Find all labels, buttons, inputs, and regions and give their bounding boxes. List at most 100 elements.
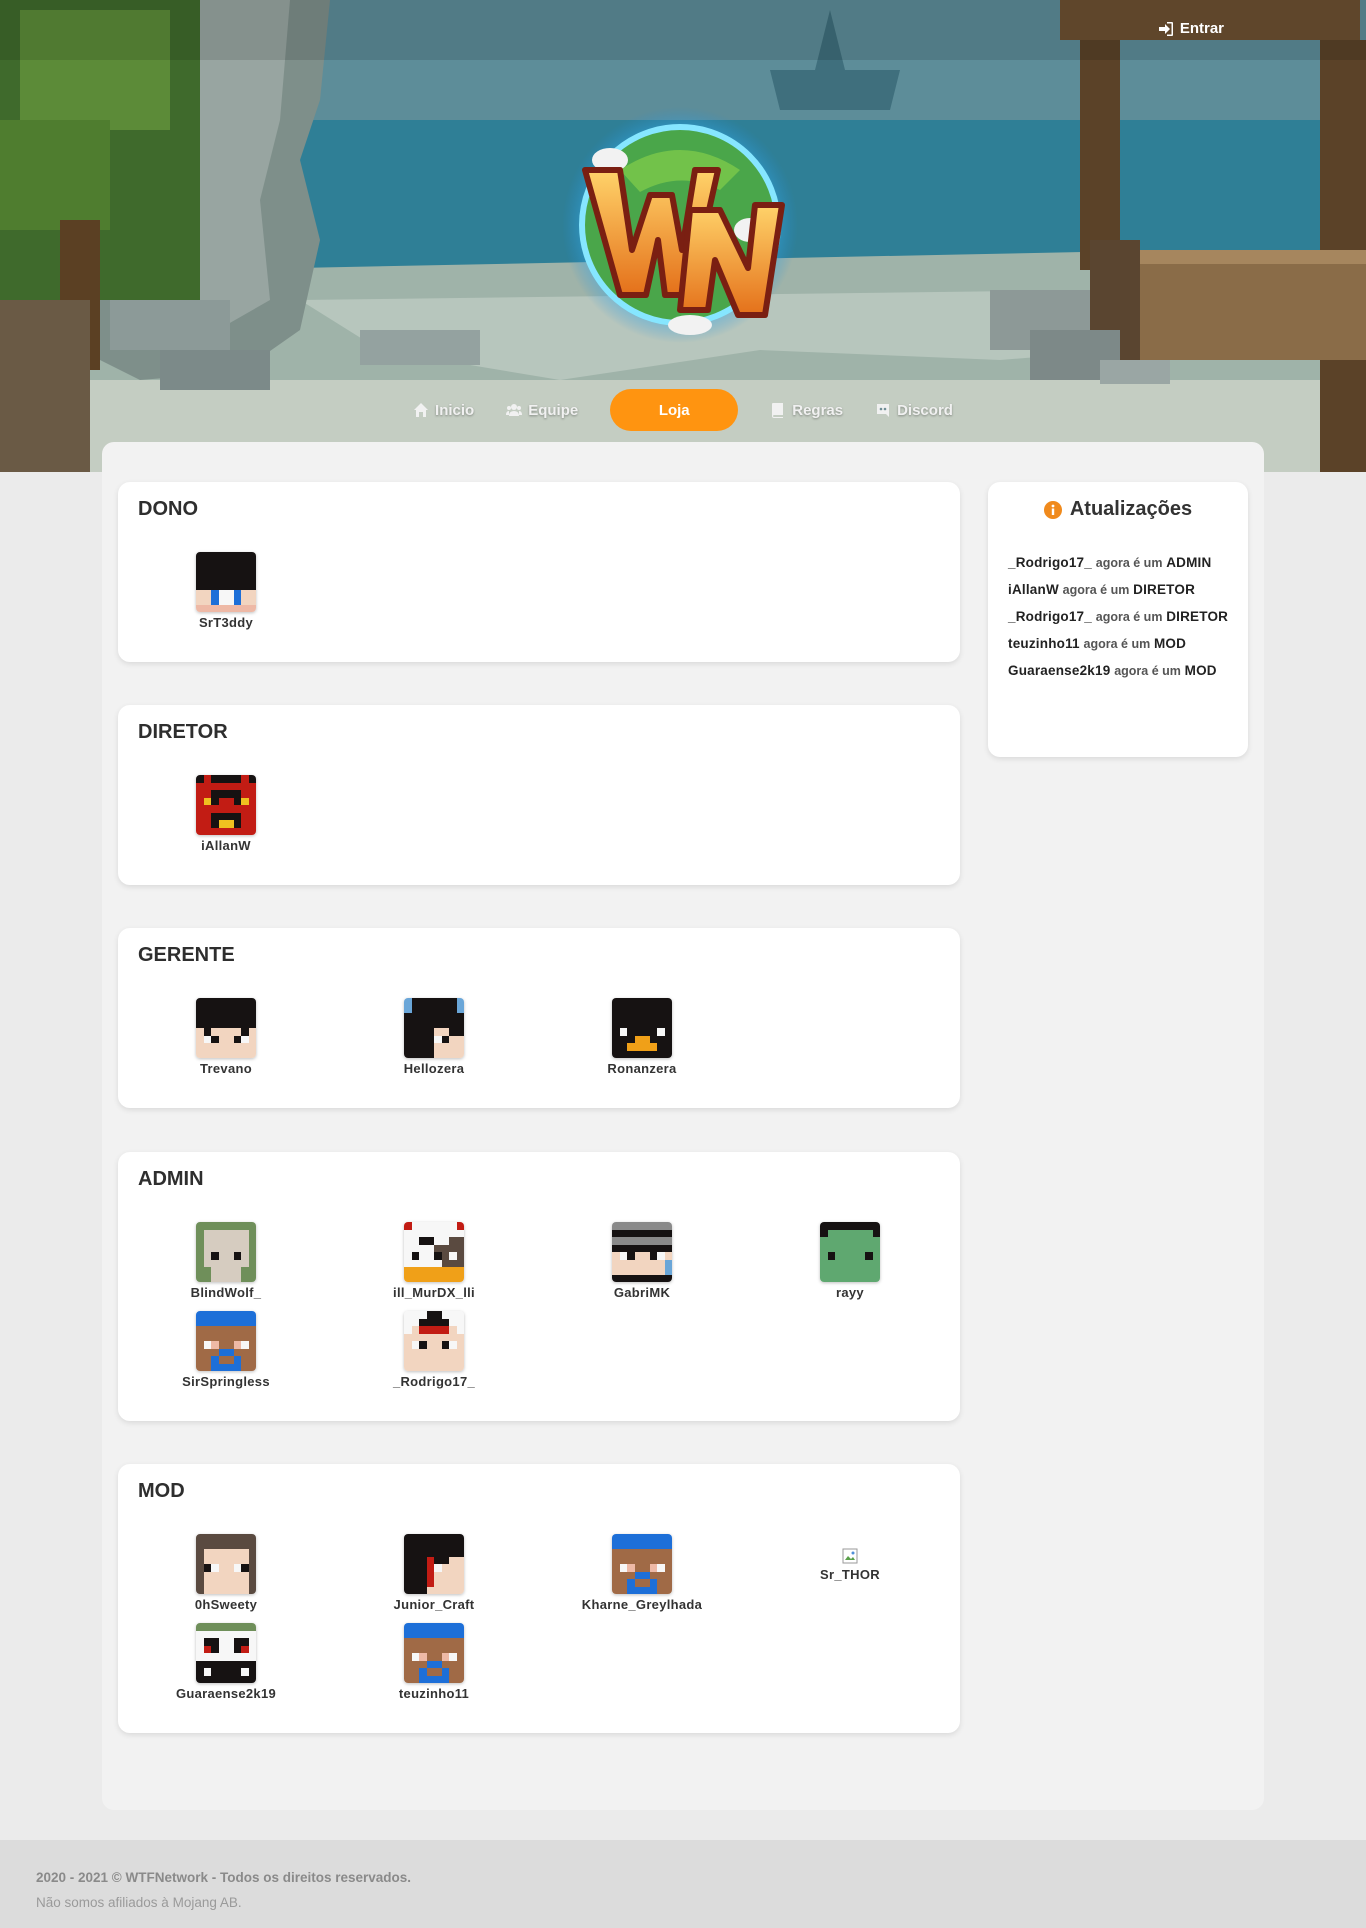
member-name: Ronanzera bbox=[607, 1061, 677, 1076]
member-card[interactable]: _Rodrigo17_ bbox=[344, 1311, 524, 1389]
update-user[interactable]: Guaraense2k19 bbox=[1008, 663, 1110, 678]
updates-list: _Rodrigo17_ agora é um ADMIN iAllanW ago… bbox=[1008, 554, 1236, 689]
member-card[interactable]: iAllanW bbox=[136, 775, 316, 853]
player-avatar bbox=[404, 1623, 464, 1683]
nav-item-regras[interactable]: Regras bbox=[754, 389, 859, 431]
update-user[interactable]: iAllanW bbox=[1008, 582, 1059, 597]
player-avatar bbox=[404, 1222, 464, 1282]
player-avatar bbox=[196, 552, 256, 612]
login-button[interactable]: Entrar bbox=[1158, 20, 1224, 37]
nav-label: Equipe bbox=[528, 401, 579, 419]
member-card[interactable]: Trevano bbox=[136, 998, 316, 1076]
update-text: agora é um bbox=[1114, 664, 1181, 678]
member-name: 0hSweety bbox=[194, 1597, 258, 1612]
nav-item-loja[interactable]: Loja bbox=[610, 389, 739, 431]
update-role: DIRETOR bbox=[1133, 582, 1196, 597]
group-mod: MOD 0hSweety Junior_Craft Kharne_Greylha… bbox=[118, 1464, 960, 1733]
group-dono: DONO SrT3ddy bbox=[118, 482, 960, 662]
group-title: GERENTE bbox=[138, 944, 235, 966]
wtfnetwork-logo[interactable] bbox=[550, 100, 810, 350]
member-name: Junior_Craft bbox=[393, 1597, 475, 1612]
member-card[interactable]: Hellozera bbox=[344, 998, 524, 1076]
home-icon bbox=[414, 403, 429, 417]
group-title: MOD bbox=[138, 1480, 185, 1502]
update-user[interactable]: _Rodrigo17_ bbox=[1008, 609, 1092, 624]
nav-item-equipe[interactable]: Equipe bbox=[490, 389, 594, 431]
member-card[interactable]: Ronanzera bbox=[552, 998, 732, 1076]
update-entry: _Rodrigo17_ agora é um DIRETOR bbox=[1008, 608, 1236, 626]
group-admin: ADMIN BlindWolf_ ill_MurDX_lli GabriMK r… bbox=[118, 1152, 960, 1421]
player-avatar bbox=[820, 1222, 880, 1282]
member-card[interactable]: teuzinho11 bbox=[344, 1623, 524, 1701]
users-icon bbox=[506, 404, 523, 416]
member-card[interactable]: SirSpringless bbox=[136, 1311, 316, 1389]
member-card[interactable]: Guaraense2k19 bbox=[136, 1623, 316, 1701]
update-text: agora é um bbox=[1083, 637, 1151, 651]
member-name: _Rodrigo17_ bbox=[392, 1374, 476, 1389]
update-text: agora é um bbox=[1062, 583, 1130, 597]
update-role: MOD bbox=[1184, 663, 1217, 678]
info-icon bbox=[1043, 500, 1062, 519]
member-card[interactable]: rayy bbox=[760, 1222, 940, 1300]
update-role: ADMIN bbox=[1166, 555, 1212, 570]
member-card[interactable]: SrT3ddy bbox=[136, 552, 316, 630]
update-role: MOD bbox=[1153, 636, 1187, 651]
update-text: agora é um bbox=[1095, 556, 1163, 570]
member-card[interactable]: 0hSweety bbox=[136, 1534, 316, 1612]
member-card[interactable]: GabriMK bbox=[552, 1222, 732, 1300]
footer: 2020 - 2021 © WTFNetwork - Todos os dire… bbox=[0, 1840, 1366, 1928]
main-nav: Inicio Equipe Loja Regras Discord bbox=[0, 389, 1366, 431]
group-title: ADMIN bbox=[138, 1168, 204, 1190]
member-name: iAllanW bbox=[201, 838, 251, 853]
group-gerente: GERENTE Trevano Hellozera Ronanzera bbox=[118, 928, 960, 1108]
nav-item-inicio[interactable]: Inicio bbox=[397, 389, 490, 431]
member-card[interactable]: Junior_Craft bbox=[344, 1534, 524, 1612]
group-diretor: DIRETOR iAllanW bbox=[118, 705, 960, 885]
nav-label: Discord bbox=[897, 401, 953, 419]
player-avatar bbox=[404, 1534, 464, 1594]
member-name: BlindWolf_ bbox=[190, 1285, 262, 1300]
member-name: rayy bbox=[836, 1285, 864, 1300]
nav-label: Loja bbox=[658, 401, 690, 419]
update-user[interactable]: teuzinho11 bbox=[1008, 636, 1080, 651]
member-card[interactable]: ill_MurDX_lli bbox=[344, 1222, 524, 1300]
player-avatar bbox=[612, 1222, 672, 1282]
updates-title: Atualizações bbox=[1069, 498, 1193, 520]
member-name: Hellozera bbox=[403, 1061, 465, 1076]
broken-image-icon bbox=[820, 1534, 880, 1564]
update-user[interactable]: _Rodrigo17_ bbox=[1008, 555, 1092, 570]
member-name: SrT3ddy bbox=[198, 615, 254, 630]
group-title: DONO bbox=[138, 498, 198, 520]
member-card[interactable]: BlindWolf_ bbox=[136, 1222, 316, 1300]
member-card[interactable]: Sr_THOR bbox=[760, 1534, 940, 1582]
login-label: Entrar bbox=[1179, 20, 1224, 37]
nav-label: Inicio bbox=[435, 401, 475, 419]
main-content: DONO SrT3ddy DIRETOR iAllanW GERENTE Tre… bbox=[102, 442, 1264, 1810]
player-avatar bbox=[612, 1534, 672, 1594]
book-icon bbox=[772, 403, 784, 418]
updates-panel: Atualizações _Rodrigo17_ agora é um ADMI… bbox=[988, 482, 1248, 757]
player-avatar bbox=[404, 998, 464, 1058]
member-name: Guaraense2k19 bbox=[175, 1686, 277, 1701]
member-name: SirSpringless bbox=[182, 1374, 270, 1389]
discord-icon bbox=[877, 404, 890, 417]
nav-item-discord[interactable]: Discord bbox=[859, 389, 969, 431]
updates-header: Atualizações bbox=[988, 498, 1248, 521]
player-avatar bbox=[196, 1534, 256, 1594]
update-text: agora é um bbox=[1095, 610, 1163, 624]
player-avatar bbox=[196, 1623, 256, 1683]
update-entry: teuzinho11 agora é um MOD bbox=[1008, 635, 1236, 653]
member-name: ill_MurDX_lli bbox=[393, 1285, 475, 1300]
footer-disclaimer: Não somos afiliados à Mojang AB. bbox=[36, 1895, 242, 1910]
sign-in-icon bbox=[1158, 21, 1173, 36]
player-avatar bbox=[404, 1311, 464, 1371]
player-avatar bbox=[196, 775, 256, 835]
update-entry: iAllanW agora é um DIRETOR bbox=[1008, 581, 1236, 599]
player-avatar bbox=[196, 998, 256, 1058]
member-card[interactable]: Kharne_Greylhada bbox=[552, 1534, 732, 1612]
player-avatar bbox=[196, 1222, 256, 1282]
member-name: teuzinho11 bbox=[398, 1686, 470, 1701]
update-role: DIRETOR bbox=[1166, 609, 1229, 624]
player-avatar bbox=[612, 998, 672, 1058]
member-name: Kharne_Greylhada bbox=[581, 1597, 703, 1612]
